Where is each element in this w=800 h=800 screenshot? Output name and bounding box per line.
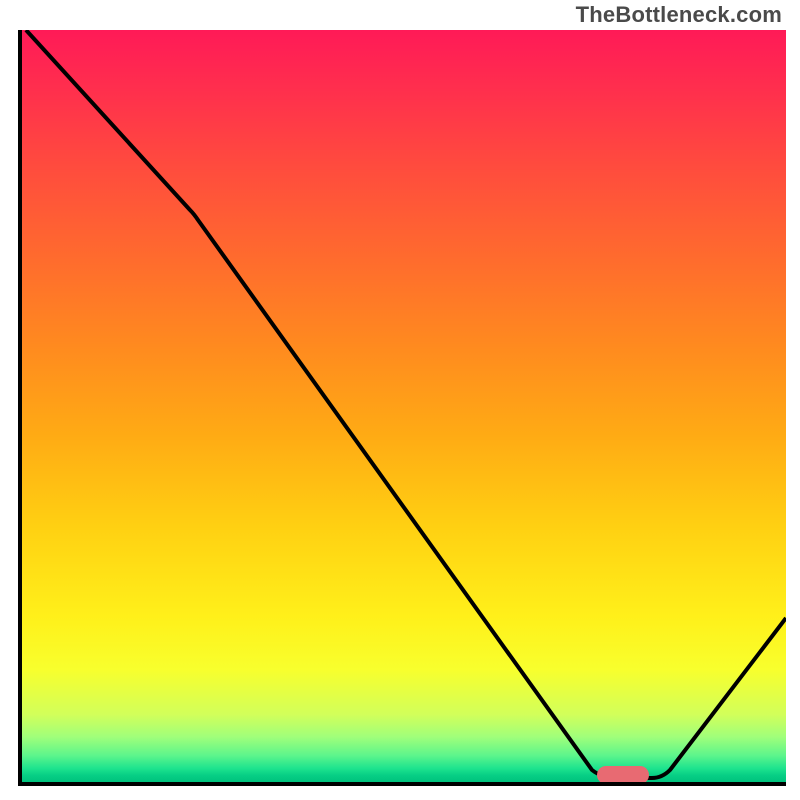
bottleneck-curve — [22, 30, 786, 782]
curve-path — [26, 30, 786, 778]
chart-container: TheBottleneck.com — [0, 0, 800, 800]
optimal-marker — [597, 766, 649, 784]
plot-area — [18, 30, 786, 786]
watermark-text: TheBottleneck.com — [576, 2, 782, 28]
